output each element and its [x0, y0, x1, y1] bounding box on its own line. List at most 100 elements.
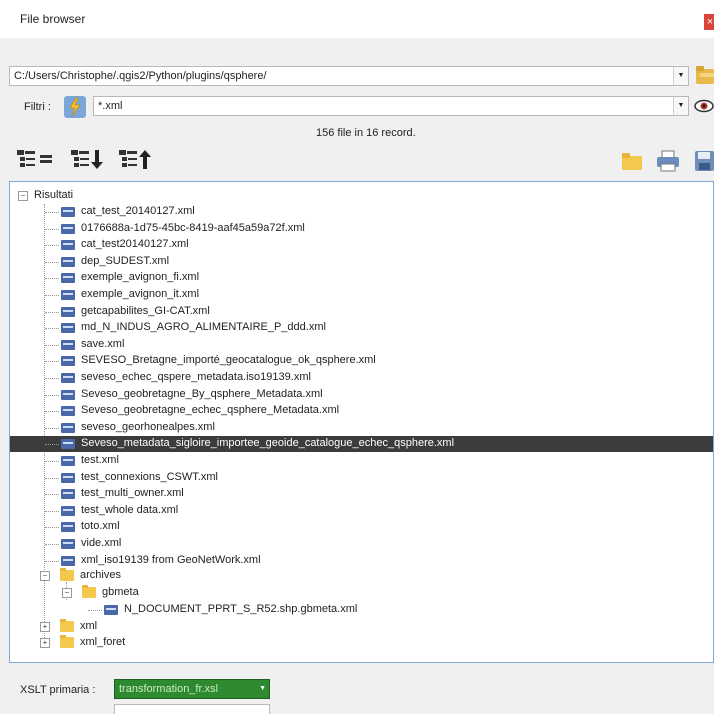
- tree-file-row[interactable]: xml_iso19139 from GeoNetWork.xml: [10, 553, 713, 569]
- tree-connector: [45, 394, 59, 396]
- expand-icon[interactable]: +: [40, 622, 50, 632]
- tree-sort-down-icon[interactable]: [70, 148, 104, 170]
- chevron-down-icon[interactable]: ▼: [673, 67, 688, 85]
- filter-value: *.xml: [98, 100, 123, 112]
- tree-file-row[interactable]: toto.xml: [10, 519, 713, 535]
- tree-file-row[interactable]: exemple_avignon_it.xml: [10, 287, 713, 303]
- lightning-icon[interactable]: [64, 96, 86, 118]
- tree-file-row[interactable]: dep_SUDEST.xml: [10, 254, 713, 270]
- xml-file-icon: [61, 323, 75, 334]
- tree-file-row[interactable]: seveso_echec_qspere_metadata.iso19139.xm…: [10, 370, 713, 386]
- xml-file-icon: [61, 273, 75, 284]
- file-label: save.xml: [81, 337, 125, 350]
- folder-icon[interactable]: [622, 152, 642, 170]
- xml-file-icon: [61, 306, 75, 317]
- file-label: cat_test20140127.xml: [81, 238, 189, 251]
- folder-icon: [82, 585, 96, 598]
- tree-file-row[interactable]: SEVESO_Bretagne_importé_geocatalogue_ok_…: [10, 353, 713, 369]
- eye-icon[interactable]: [694, 96, 714, 116]
- xml-file-icon: [61, 439, 75, 450]
- tree-file-row[interactable]: Seveso_geobretagne_By_qsphere_Metadata.x…: [10, 387, 713, 403]
- xml-file-icon: [61, 505, 75, 516]
- tree-connector: [45, 510, 59, 512]
- file-label: cat_test_20140127.xml: [81, 205, 195, 217]
- file-label: SEVESO_Bretagne_importé_geocatalogue_ok_…: [81, 354, 376, 367]
- file-label: xml_iso19139 from GeoNetWork.xml: [81, 553, 261, 566]
- tree-connector: [45, 328, 59, 330]
- expand-icon[interactable]: +: [40, 638, 50, 648]
- tree-file-row[interactable]: 0176688a-1d75-45bc-8419-aaf45a59a72f.xml: [10, 221, 713, 237]
- file-label: N_DOCUMENT_PPRT_S_R52.shp.gbmeta.xml: [124, 603, 358, 615]
- tree-file-row[interactable]: cat_test20140127.xml: [10, 237, 713, 253]
- file-label: test.xml: [81, 454, 119, 466]
- folder-label: archives: [80, 569, 121, 581]
- tree-file-row[interactable]: vide.xml: [10, 536, 713, 552]
- save-icon[interactable]: [694, 150, 714, 172]
- tree-folder-xml[interactable]: + xml: [10, 619, 713, 635]
- xml-file-icon: [61, 389, 75, 400]
- tree-file-row[interactable]: Seveso_geobretagne_echec_qsphere_Metadat…: [10, 403, 713, 419]
- tree-folder-gbmeta[interactable]: − gbmeta: [10, 585, 713, 601]
- tree-file-row[interactable]: cat_test_20140127.xml: [10, 204, 713, 220]
- xml-file-icon: [61, 290, 75, 300]
- tree-file-row[interactable]: md_N_INDUS_AGRO_ALIMENTAIRE_P_ddd.xml: [10, 320, 713, 336]
- tree-sort-up-icon[interactable]: [118, 148, 152, 170]
- tree-root-label: Risultati: [34, 189, 74, 201]
- record-count: 156 file in 16 record.: [316, 127, 416, 139]
- tree-connector: [45, 378, 59, 379]
- tree-file-row[interactable]: seveso_georhonealpes.xml: [10, 420, 713, 436]
- tree-file-row[interactable]: test_whole data.xml: [10, 503, 713, 519]
- file-label: exemple_avignon_it.xml: [81, 288, 200, 300]
- file-label: test_multi_owner.xml: [81, 487, 184, 500]
- xml-file-icon: [104, 605, 118, 615]
- tree-connector: [45, 311, 59, 313]
- tree-connector: [45, 361, 59, 363]
- chevron-down-icon[interactable]: ▼: [259, 685, 266, 692]
- xml-file-icon: [61, 472, 75, 483]
- tree-connector: [45, 344, 59, 346]
- tree-file-row[interactable]: save.xml: [10, 337, 713, 353]
- xml-file-icon: [61, 373, 75, 383]
- tree-folder-archives[interactable]: − archives: [10, 568, 713, 584]
- tree-root[interactable]: − Risultati: [10, 188, 713, 204]
- filter-combo[interactable]: *.xml ▼: [93, 96, 689, 116]
- window-title: File browser: [20, 12, 86, 26]
- folder-label: xml: [80, 620, 98, 632]
- file-label: test_whole data.xml: [81, 503, 179, 516]
- xslt-label: XSLT primaria :: [20, 684, 96, 696]
- collapse-icon[interactable]: −: [62, 588, 72, 598]
- results-tree[interactable]: − Risultati cat_test_20140127.xml 0176688…: [9, 181, 714, 663]
- tree-file-row[interactable]: getcapabilites_GI-CAT.xml: [10, 304, 713, 320]
- tree-file-row[interactable]: Seveso_metadata_sigloire_importee_geoide…: [10, 436, 713, 453]
- collapse-icon[interactable]: −: [18, 191, 28, 201]
- tree-file-row[interactable]: test_connexions_CSWT.xml: [10, 470, 713, 486]
- file-label: Seveso_geobretagne_echec_qsphere_Metadat…: [81, 404, 340, 417]
- tree-connector: [45, 278, 59, 280]
- collapse-icon[interactable]: −: [40, 571, 50, 581]
- file-label: md_N_INDUS_AGRO_ALIMENTAIRE_P_ddd.xml: [81, 321, 326, 334]
- tree-connector: [45, 245, 59, 247]
- secondary-combo[interactable]: [114, 704, 270, 714]
- tree-file-gbmeta[interactable]: N_DOCUMENT_PPRT_S_R52.shp.gbmeta.xml: [10, 602, 713, 618]
- tree-connector: [45, 228, 59, 230]
- tree-connector: [45, 494, 59, 496]
- tree-connector: [45, 560, 59, 562]
- xslt-combo[interactable]: transformation_fr.xsl ▼: [114, 679, 270, 699]
- folder-browse-icon[interactable]: [694, 62, 714, 88]
- file-label: seveso_echec_qspere_metadata.iso19139.xm…: [81, 371, 311, 383]
- path-value: C:/Users/Christophe/.qgis2/Python/plugin…: [14, 70, 267, 82]
- xml-file-icon: [61, 555, 75, 566]
- tree-connector: [45, 461, 59, 462]
- tree-folder-xml-foret[interactable]: + xml_foret: [10, 635, 713, 651]
- print-icon[interactable]: [656, 150, 680, 172]
- chevron-down-icon[interactable]: ▼: [673, 97, 688, 115]
- tree-collapse-icon[interactable]: [16, 148, 56, 170]
- xml-file-icon: [61, 522, 75, 533]
- path-combo[interactable]: C:/Users/Christophe/.qgis2/Python/plugin…: [9, 66, 689, 86]
- tree-file-row[interactable]: exemple_avignon_fi.xml: [10, 270, 713, 286]
- tree-file-row[interactable]: test.xml: [10, 453, 713, 469]
- close-button[interactable]: ×: [704, 14, 714, 30]
- tree-connector: [45, 212, 59, 213]
- xml-file-icon: [61, 356, 75, 367]
- tree-file-row[interactable]: test_multi_owner.xml: [10, 486, 713, 502]
